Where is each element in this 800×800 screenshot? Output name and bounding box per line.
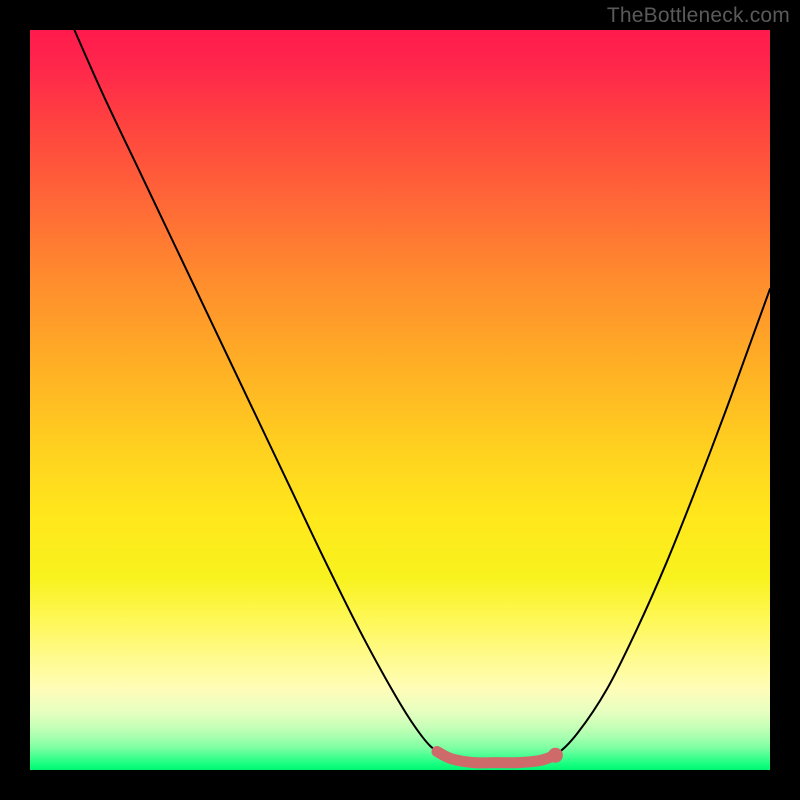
plot-area [30,30,770,770]
watermark-text: TheBottleneck.com [607,4,790,28]
optimal-range-highlight [437,752,555,763]
chart-frame: TheBottleneck.com [0,0,800,800]
curve-layer [30,30,770,770]
bottleneck-curve [74,30,770,763]
marker-dot [548,748,563,763]
